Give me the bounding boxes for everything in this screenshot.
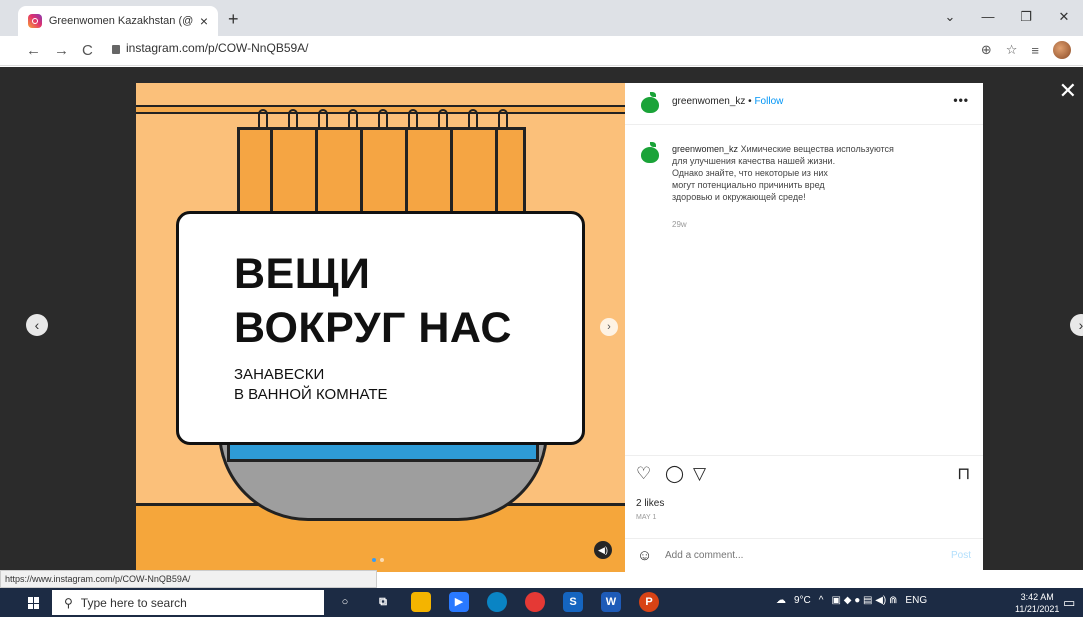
comment-icon[interactable]: ◯ bbox=[665, 464, 684, 484]
carousel-dot bbox=[372, 558, 376, 562]
forward-button[interactable]: → bbox=[54, 42, 69, 59]
post-subheading-line2: В ВАННОЙ КОМНАТЕ bbox=[234, 386, 388, 403]
bookmark-star-icon[interactable]: ☆ bbox=[1006, 42, 1018, 58]
address-bar[interactable]: instagram.com/p/COW-NnQB59A/ bbox=[112, 41, 309, 55]
windows-taskbar: ⚲ Type here to search ○ ⧉ ▶ S W P ☁ 9°C … bbox=[0, 588, 1083, 617]
comment-bar: ☺ Post bbox=[625, 538, 983, 572]
minimize-button[interactable]: — bbox=[969, 0, 1007, 36]
tray-icons[interactable]: ▣ ◆ ● ▤ ◀) ⋒ bbox=[832, 595, 898, 606]
header-user: greenwomen_kz • Follow bbox=[672, 96, 783, 107]
close-window-button[interactable]: ✕ bbox=[1045, 0, 1083, 36]
caption-line: могут потенциально причинить вред bbox=[672, 180, 825, 190]
chrome-icon[interactable] bbox=[525, 592, 545, 612]
post-side-panel: greenwomen_kz • Follow ••• greenwomen_kz… bbox=[625, 83, 983, 572]
status-bar-url: https://www.instagram.com/p/COW-NnQB59A/ bbox=[0, 570, 377, 588]
caption-avatar-apple-icon[interactable] bbox=[641, 142, 659, 163]
search-icon: ⚲ bbox=[64, 595, 73, 610]
emoji-icon[interactable]: ☺ bbox=[637, 547, 652, 564]
system-tray: ☁ 9°C ^ ▣ ◆ ● ▤ ◀) ⋒ ENG bbox=[776, 595, 927, 606]
post-subheading-line1: ЗАНАВЕСКИ bbox=[234, 366, 325, 383]
instagram-favicon-icon bbox=[28, 14, 42, 28]
windows-start-icon[interactable] bbox=[28, 597, 40, 609]
separator: • bbox=[748, 96, 752, 107]
media-player-icon[interactable]: ▶ bbox=[449, 592, 469, 612]
post-image[interactable]: ВЕЩИ ВОКРУГ НАС ЗАНАВЕСКИ В ВАННОЙ КОМНА… bbox=[136, 83, 625, 572]
clock-time: 3:42 AM bbox=[1020, 592, 1054, 602]
caption-line: Химические вещества используются bbox=[740, 144, 894, 154]
likes-count[interactable]: 2 likes bbox=[636, 498, 664, 509]
profile-avatar[interactable] bbox=[1053, 41, 1071, 59]
reading-list-icon[interactable]: ≡ bbox=[1031, 43, 1039, 58]
taskbar-clock[interactable]: 3:42 AM 11/21/2021 bbox=[1015, 591, 1059, 615]
browser-tab[interactable]: Greenwomen Kazakhstan (@gree × bbox=[18, 6, 218, 36]
carousel-dot bbox=[380, 558, 384, 562]
share-icon[interactable]: ▽ bbox=[693, 464, 706, 484]
toolbar-tools: ⊕ ☆ ≡ bbox=[981, 41, 1071, 59]
username-link[interactable]: greenwomen_kz bbox=[672, 96, 745, 107]
comment-input[interactable] bbox=[665, 550, 905, 561]
tab-title: Greenwomen Kazakhstan (@gree bbox=[48, 15, 193, 27]
task-view-icon[interactable]: ⧉ bbox=[373, 592, 393, 612]
maximize-button[interactable]: ❐ bbox=[1007, 0, 1045, 36]
follow-button[interactable]: Follow bbox=[754, 96, 783, 107]
notification-icon[interactable]: ▭ bbox=[1063, 595, 1075, 611]
cortana-icon[interactable]: ○ bbox=[335, 592, 355, 612]
skype-icon[interactable]: S bbox=[563, 592, 583, 612]
clock-date: 11/21/2021 bbox=[1015, 604, 1060, 614]
taskbar-search-placeholder: Type here to search bbox=[80, 595, 187, 610]
account-avatar-apple-icon[interactable] bbox=[641, 92, 659, 113]
mute-icon[interactable]: ◀) bbox=[594, 541, 612, 559]
post-actions: ♡ ◯ ▽ ⊓ 2 likes MAY 1 bbox=[625, 455, 983, 535]
caption-line: здоровью и окружающей среде! bbox=[672, 192, 806, 202]
word-icon[interactable]: W bbox=[601, 592, 621, 612]
tab-close-icon[interactable]: × bbox=[200, 13, 208, 29]
post-date: MAY 1 bbox=[636, 514, 657, 521]
window-controls: ⌄ — ❐ ✕ bbox=[931, 0, 1083, 36]
close-modal-icon[interactable]: ✕ bbox=[1059, 78, 1077, 104]
weather-temp[interactable]: 9°C bbox=[794, 595, 811, 606]
taskbar-search[interactable]: ⚲ Type here to search bbox=[52, 590, 324, 615]
save-bookmark-icon[interactable]: ⊓ bbox=[957, 464, 970, 484]
tray-expand-icon[interactable]: ^ bbox=[819, 595, 824, 606]
new-tab-button[interactable]: + bbox=[228, 9, 239, 30]
caption-line: для улучшения качества нашей жизни. bbox=[672, 156, 836, 166]
more-options-icon[interactable]: ••• bbox=[953, 93, 969, 107]
url-text[interactable]: instagram.com/p/COW-NnQB59A/ bbox=[126, 41, 309, 55]
tab-strip: Greenwomen Kazakhstan (@gree × + ⌄ — ❐ ✕ bbox=[0, 0, 1083, 36]
lock-icon bbox=[112, 44, 120, 54]
language-indicator[interactable]: ENG bbox=[905, 595, 927, 606]
post-heading-line1: ВЕЩИ bbox=[234, 250, 371, 298]
tab-search-chevron-icon[interactable]: ⌄ bbox=[931, 0, 969, 36]
post-header: greenwomen_kz • Follow ••• bbox=[625, 83, 983, 125]
weather-icon[interactable]: ☁ bbox=[776, 595, 786, 606]
caption-username[interactable]: greenwomen_kz bbox=[672, 144, 738, 154]
image-next-button[interactable]: › bbox=[600, 318, 618, 336]
edge-icon[interactable] bbox=[487, 592, 507, 612]
post-comment-button[interactable]: Post bbox=[951, 550, 971, 561]
prev-post-button[interactable]: ‹ bbox=[26, 314, 48, 336]
caption-line: Однако знайте, что некоторые из них bbox=[672, 168, 828, 178]
like-heart-icon[interactable]: ♡ bbox=[636, 464, 651, 484]
back-button[interactable]: ← bbox=[26, 42, 41, 59]
file-explorer-icon[interactable] bbox=[411, 592, 431, 612]
title-card: ВЕЩИ ВОКРУГ НАС ЗАНАВЕСКИ В ВАННОЙ КОМНА… bbox=[176, 211, 585, 445]
zoom-icon[interactable]: ⊕ bbox=[981, 42, 992, 58]
taskbar-apps: ○ ⧉ ▶ S W P bbox=[335, 592, 659, 612]
powerpoint-icon[interactable]: P bbox=[639, 592, 659, 612]
carousel-dots bbox=[372, 558, 384, 562]
post-heading-line2: ВОКРУГ НАС bbox=[234, 304, 512, 352]
post-caption: greenwomen_kz Химические вещества исполь… bbox=[672, 143, 962, 203]
reload-button[interactable]: C bbox=[82, 42, 93, 59]
caption-age[interactable]: 29w bbox=[672, 220, 687, 229]
browser-toolbar: ← → C instagram.com/p/COW-NnQB59A/ ⊕ ☆ ≡ bbox=[0, 36, 1083, 66]
